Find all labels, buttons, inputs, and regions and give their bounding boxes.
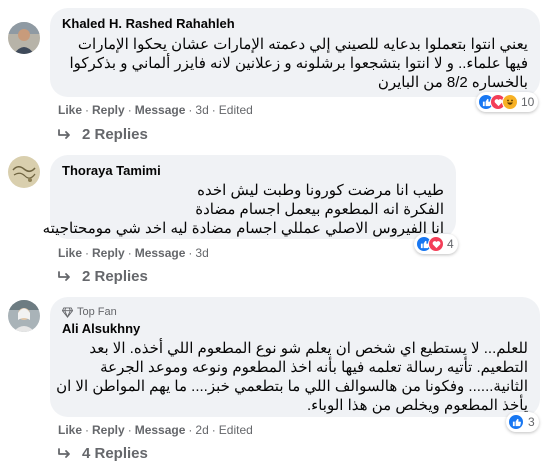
view-replies-button[interactable]: 2 Replies	[58, 268, 148, 285]
reaction-count: 3	[528, 415, 535, 429]
comment-timestamp[interactable]: 2d	[195, 423, 208, 437]
comment-actions: Like · Reply · Message · 2d · Edited	[58, 423, 253, 437]
edited-label[interactable]: Edited	[219, 423, 253, 437]
comment-timestamp[interactable]: 3d	[195, 246, 208, 260]
reaction-count: 4	[447, 237, 454, 251]
comment-text: طيب انا مرضت كورونا وطبت ليش اخده الفكرة…	[42, 182, 444, 237]
reply-button[interactable]: Reply	[92, 423, 125, 437]
comment-timestamp[interactable]: 3d	[195, 103, 208, 117]
replies-count: 2 Replies	[82, 268, 148, 285]
reaction-count: 10	[521, 95, 535, 109]
reactions-summary[interactable]: 10	[476, 92, 539, 112]
comment-author[interactable]: Khaled H. Rashed Rahahleh	[62, 16, 528, 32]
comment-bubble: Khaled H. Rashed Rahahleh يعني انتوا بتع…	[50, 8, 540, 97]
like-icon	[508, 414, 524, 430]
avatar[interactable]	[8, 300, 40, 332]
comment-bubble: Thoraya Tamimi طيب انا مرضت كورونا وطبت …	[42, 155, 456, 239]
like-button[interactable]: Like	[58, 246, 82, 260]
comment-text: للعلم... لا يستطيع اي شخص ان يعلم شو نوع…	[56, 340, 528, 414]
avatar[interactable]	[8, 156, 40, 188]
comment-author[interactable]: Thoraya Tamimi	[62, 163, 444, 179]
message-button[interactable]: Message	[135, 246, 186, 260]
reply-arrow-icon	[58, 270, 70, 281]
reply-arrow-icon	[58, 447, 70, 458]
love-icon	[428, 236, 444, 252]
view-replies-button[interactable]: 4 Replies	[58, 445, 148, 462]
like-button[interactable]: Like	[58, 423, 82, 437]
haha-icon	[502, 94, 518, 110]
replies-count: 2 Replies	[82, 126, 148, 143]
edited-label[interactable]: Edited	[219, 103, 253, 117]
view-replies-button[interactable]: 2 Replies	[58, 126, 148, 143]
replies-count: 4 Replies	[82, 445, 148, 462]
comment-actions: Like · Reply · Message · 3d · Edited	[58, 103, 253, 117]
reply-arrow-icon	[58, 128, 70, 139]
reactions-summary[interactable]: 3	[506, 412, 539, 432]
message-button[interactable]: Message	[135, 423, 186, 437]
comment-author[interactable]: Ali Alsukhny	[62, 321, 528, 337]
top-fan-icon	[62, 306, 73, 318]
comment-bubble: Top Fan Ali Alsukhny للعلم... لا يستطيع …	[50, 297, 540, 417]
comment-text: يعني انتوا بتعملوا بدعايه للصيني إلي دعم…	[69, 36, 529, 91]
top-fan-badge[interactable]: Top Fan	[62, 305, 528, 319]
like-button[interactable]: Like	[58, 103, 82, 117]
avatar[interactable]	[8, 22, 40, 54]
reply-button[interactable]: Reply	[92, 103, 125, 117]
comment-actions: Like · Reply · Message · 3d	[58, 246, 209, 260]
message-button[interactable]: Message	[135, 103, 186, 117]
reply-button[interactable]: Reply	[92, 246, 125, 260]
reactions-summary[interactable]: 4	[414, 234, 458, 254]
